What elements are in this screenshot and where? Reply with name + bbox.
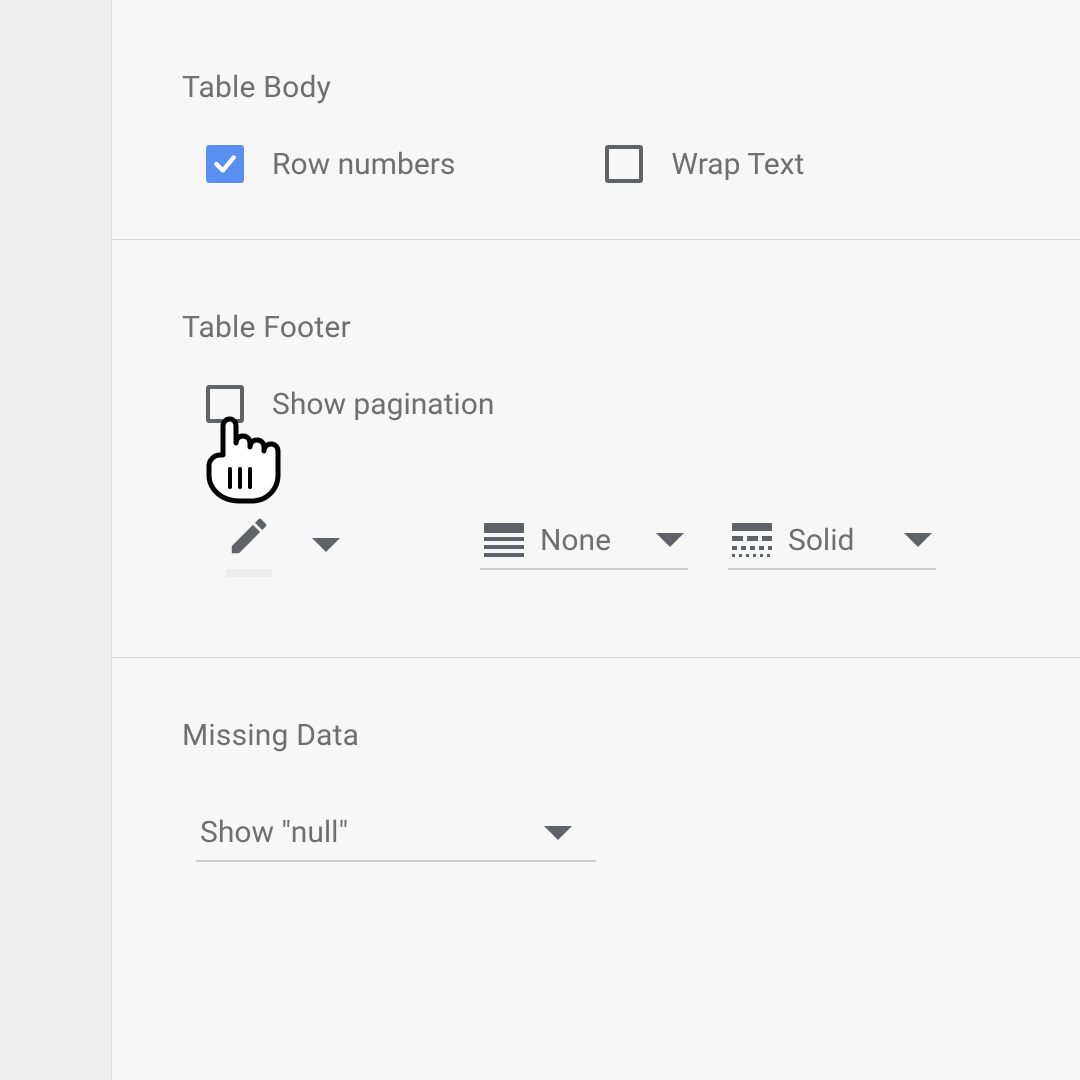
wrap-text-checkbox[interactable]: Wrap Text (605, 145, 804, 183)
left-gutter (0, 0, 112, 1080)
border-style-value: Solid (788, 523, 870, 558)
missing-data-dropdown[interactable]: Show "null" (196, 813, 596, 862)
wrap-text-label: Wrap Text (671, 147, 804, 182)
chevron-down-icon (544, 826, 572, 840)
hand-cursor-icon (196, 413, 288, 513)
missing-data-value: Show "null" (200, 815, 510, 850)
border-style-dropdown[interactable]: Solid (728, 521, 936, 570)
line-weight-icon (484, 523, 524, 557)
checkbox-unchecked-icon (206, 385, 244, 423)
chevron-down-icon[interactable] (312, 538, 340, 552)
row-numbers-label: Row numbers (272, 147, 455, 182)
show-pagination-checkbox[interactable]: Show pagination (206, 385, 1010, 423)
pencil-color-button[interactable] (226, 513, 272, 577)
pencil-icon (226, 513, 272, 563)
table-footer-section: Table Footer Show pagination (112, 240, 1080, 658)
missing-data-title: Missing Data (182, 718, 1010, 753)
footer-style-controls: None (182, 513, 1010, 577)
border-width-value: None (540, 523, 622, 558)
checkbox-unchecked-icon (605, 145, 643, 183)
chevron-down-icon (656, 533, 684, 547)
missing-data-section: Missing Data Show "null" (112, 658, 1080, 902)
border-width-dropdown[interactable]: None (480, 521, 688, 570)
checkbox-checked-icon (206, 145, 244, 183)
line-style-icon (732, 523, 772, 557)
table-footer-title: Table Footer (182, 310, 1010, 345)
row-numbers-checkbox[interactable]: Row numbers (206, 145, 455, 183)
color-swatch (226, 569, 272, 577)
settings-panel: Table Body Row numbers Wrap Text Table F… (112, 0, 1080, 1080)
table-body-options: Row numbers Wrap Text (182, 145, 1010, 183)
show-pagination-label: Show pagination (272, 387, 494, 422)
table-body-section: Table Body Row numbers Wrap Text (112, 0, 1080, 240)
chevron-down-icon (904, 533, 932, 547)
table-body-title: Table Body (182, 70, 1010, 105)
